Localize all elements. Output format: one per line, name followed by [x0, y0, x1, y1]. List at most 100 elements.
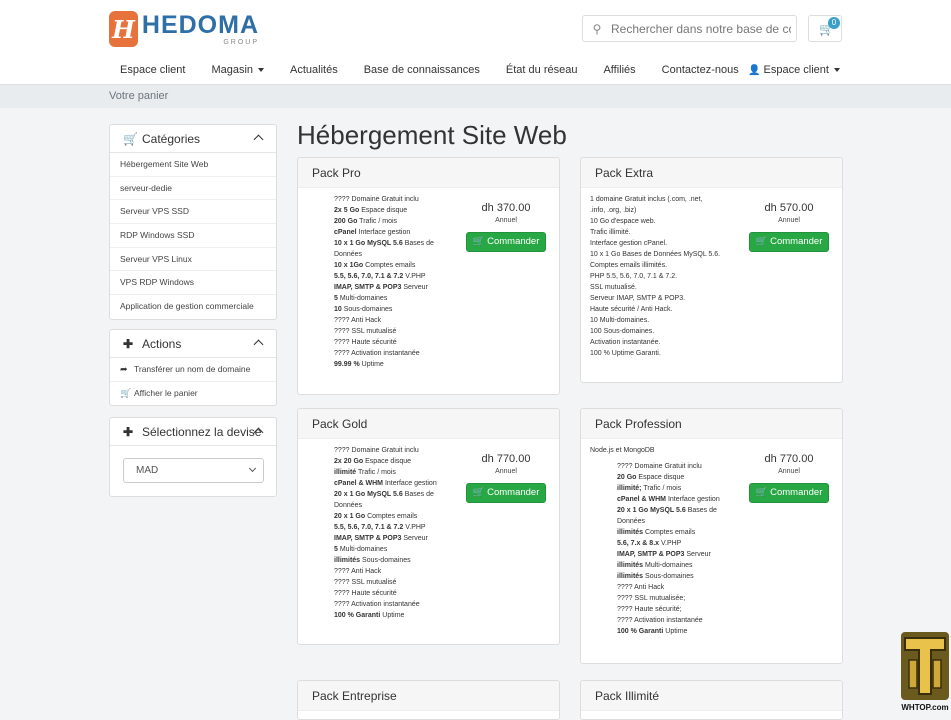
nav-magasin[interactable]: Magasin — [200, 58, 265, 82]
nav-label: Actualités — [290, 64, 338, 76]
nav-base-connaissances[interactable]: Base de connaissances — [353, 58, 480, 82]
nav-label: Magasin — [211, 64, 254, 76]
breadcrumb[interactable]: Votre panier — [109, 90, 168, 102]
currency-select[interactable]: MAD — [123, 458, 264, 483]
feature-list: ???? Domaine Gratuit inclu 20 Go Espace d… — [590, 461, 740, 637]
nav-label: Espace client — [120, 64, 186, 76]
billing-cycle: Annuel — [495, 217, 517, 224]
feature-item: 10 x 1 Go MySQL 5.6 Bases de — [334, 240, 434, 247]
caret-down-icon — [833, 68, 840, 73]
feature-line: Activation instantanée. — [590, 339, 661, 346]
product-body: ???? Domaine Gratuit inclu 2x 20 Go Espac… — [298, 439, 559, 619]
feature-item: cPanel Interface gestion — [334, 229, 411, 236]
price-block: dh 770.00 Annuel 🛒 Commander — [466, 453, 546, 503]
order-button-label: Commander — [487, 236, 540, 247]
feature-line: SSL mutualisé. — [590, 284, 637, 291]
nav-espace-client[interactable]: Espace client — [109, 58, 185, 82]
feature-list: ???? Domaine Gratuit inclu 2x 5 Go Espace… — [307, 194, 457, 370]
cart-button[interactable]: 🛒 0 — [808, 15, 842, 42]
sidebar-item-vps-rdp[interactable]: VPS RDP Windows — [110, 271, 276, 296]
feature-item: illimités Sous-domaines — [617, 573, 694, 580]
product-body: ???? Domaine Gratuit inclu 2x 5 Go Espace… — [298, 188, 559, 368]
nav-label: Contactez-nous — [661, 64, 739, 76]
feature-item: ???? Haute sécurité — [334, 339, 397, 346]
feature-line: Comptes emails illimités. — [590, 262, 668, 269]
order-button[interactable]: 🛒 Commander — [466, 232, 546, 252]
product-name: Pack Gold — [298, 409, 559, 439]
feature-item: ???? SSL mutualisé — [334, 579, 397, 586]
feature-item: ???? Anti Hack — [334, 317, 382, 324]
account-menu[interactable]: 👤 Espace client — [748, 58, 840, 83]
logo-name: HEDOMA — [141, 10, 259, 39]
nav-actualites[interactable]: Actualités — [279, 58, 338, 82]
panel-title: Sélectionnez la devise — [142, 424, 262, 439]
user-icon: 👤 — [748, 65, 761, 76]
price-amount: dh 370.00 — [481, 202, 531, 214]
feature-item: Données — [334, 502, 363, 509]
sidebar-item-gestion-commerciale[interactable]: Application de gestion commerciale — [110, 295, 276, 319]
price-block: dh 370.00 Annuel 🛒 Commander — [466, 202, 546, 252]
feature-item: Données — [334, 251, 363, 258]
cart-icon: 🛒 — [120, 387, 132, 398]
currency-panel-header[interactable]: ✚ Sélectionnez la devise — [110, 418, 276, 446]
plus-icon: ✚ — [123, 424, 134, 439]
feature-text: 1 domaine Gratuit inclus (.com, .net, .in… — [590, 194, 740, 359]
actions-panel: ✚ Actions ➦ Transférer un nom de domaine … — [109, 329, 277, 407]
feature-item: 20 x 1 Go MySQL 5.6 Bases de — [617, 507, 717, 514]
cart-icon: 🛒 — [755, 487, 768, 498]
action-view-cart[interactable]: 🛒 Afficher le panier — [110, 382, 276, 406]
search-icon: ⚲ — [592, 21, 602, 36]
feature-line: Trafic illimité. — [590, 229, 631, 236]
chevron-up-icon[interactable] — [253, 134, 264, 145]
billing-cycle: Annuel — [778, 468, 800, 475]
feature-item: 100 % Garanti Uptime — [617, 628, 688, 635]
price-amount: dh 770.00 — [764, 453, 814, 465]
nav-etat-reseau[interactable]: État du réseau — [495, 58, 578, 82]
price-amount: dh 570.00 — [764, 202, 814, 214]
feature-item: ???? Domaine Gratuit inclu — [617, 463, 702, 470]
product-card-entreprise: Pack Entreprise — [297, 680, 560, 720]
sidebar-item-rdp-windows[interactable]: RDP Windows SSD — [110, 224, 276, 248]
feature-item: Données — [617, 518, 646, 525]
sidebar-item-serveur-dedie[interactable]: serveur-dedie — [110, 177, 276, 201]
feature-line: PHP 5.5, 5.6, 7.0, 7.1 & 7.2. — [590, 273, 678, 280]
nav-contactez-nous[interactable]: Contactez-nous — [651, 58, 739, 82]
sidebar-item-hebergement[interactable]: Hébergement Site Web — [110, 153, 276, 177]
brand-logo[interactable]: H HEDOMA GROUP — [109, 10, 259, 48]
sidebar-item-vps-linux[interactable]: Serveur VPS Linux — [110, 248, 276, 272]
cart-icon: 🛒 — [755, 236, 768, 247]
feature-list: ???? Domaine Gratuit inclu 2x 20 Go Espac… — [307, 445, 457, 621]
currency-selected: MAD — [136, 465, 159, 476]
sidebar-item-vps-ssd[interactable]: Serveur VPS SSD — [110, 200, 276, 225]
feature-line: 10 x 1 Go Bases de Données MySQL 5.6. — [590, 251, 721, 258]
feature-item: illimités Sous-domaines — [334, 557, 411, 564]
logo-text: HEDOMA GROUP — [141, 10, 259, 46]
feature-item: 5 Multi-domaines — [334, 295, 388, 302]
chevron-down-icon — [248, 464, 257, 473]
watermark-logo: WHTOP.com — [901, 632, 949, 712]
order-button[interactable]: 🛒 Commander — [749, 483, 829, 503]
actions-panel-header[interactable]: ✚ Actions — [110, 330, 276, 358]
feature-item: illimités Comptes emails — [617, 529, 696, 536]
chevron-up-icon[interactable] — [253, 339, 264, 350]
cart-icon: 🛒 — [472, 487, 485, 498]
order-button[interactable]: 🛒 Commander — [466, 483, 546, 503]
feature-item: 5.5, 5.6, 7.0, 7.1 & 7.2 V.PHP — [334, 273, 426, 280]
billing-cycle: Annuel — [778, 217, 800, 224]
share-icon: ➦ — [120, 364, 128, 374]
product-card-gold: Pack Gold ???? Domaine Gratuit inclu 2x 2… — [297, 408, 560, 645]
feature-item: IMAP, SMTP & POP3 Serveur — [334, 535, 428, 542]
categories-panel-header[interactable]: 🛒 Catégories — [110, 125, 276, 153]
cart-count-badge: 0 — [828, 17, 840, 29]
order-button[interactable]: 🛒 Commander — [749, 232, 829, 252]
nav-label: État du réseau — [505, 64, 578, 76]
product-name: Pack Entreprise — [298, 681, 559, 711]
product-card-profession: Pack Profession Node.js et MongoDB ???? … — [580, 408, 843, 664]
feature-item: ???? Activation instantanée — [617, 617, 703, 624]
search-input[interactable] — [611, 21, 791, 36]
nav-affilies[interactable]: Affiliés — [592, 58, 635, 82]
action-transfer-domain[interactable]: ➦ Transférer un nom de domaine — [110, 358, 276, 382]
feature-item: ???? Activation instantanée — [334, 601, 420, 608]
billing-cycle: Annuel — [495, 468, 517, 475]
price-block: dh 570.00 Annuel 🛒 Commander — [749, 202, 829, 252]
